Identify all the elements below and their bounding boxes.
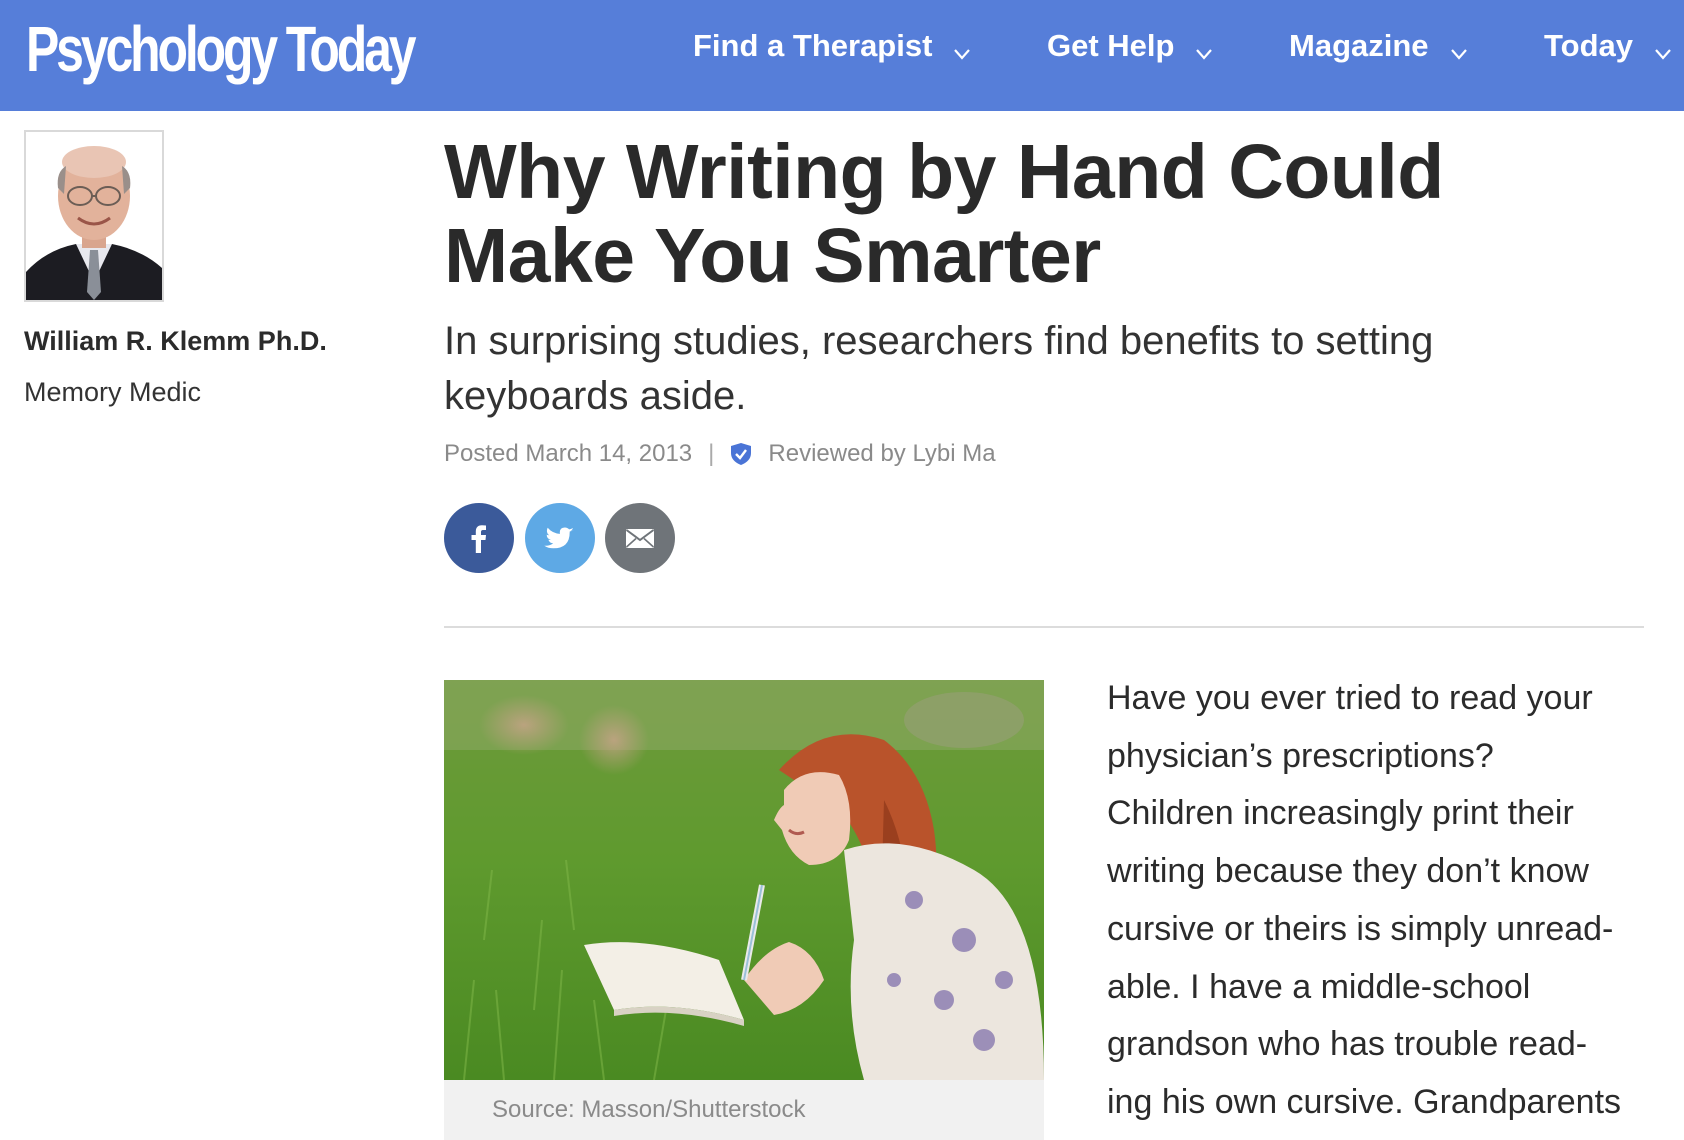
nav-magazine[interactable]: Magazine (1289, 24, 1469, 68)
email-icon (625, 529, 655, 548)
body-line: ing his own cursive. Grandparents (1107, 1082, 1622, 1121)
verified-shield-icon (730, 442, 752, 466)
body-line: Children increasingly print their (1107, 794, 1574, 833)
author-blog-name[interactable]: Memory Medic (24, 377, 201, 408)
nav-label: Get Help (1047, 28, 1175, 63)
reviewed-by[interactable]: Reviewed by Lybi Ma (768, 440, 995, 468)
image-caption: Source: Masson/Shutterstock (492, 1096, 806, 1123)
nav-find-a-therapist[interactable]: Find a Therapist (693, 24, 972, 68)
body-line: writing because they don’t know (1107, 852, 1589, 891)
article-meta: Posted March 14, 2013 | Reviewed by Lybi… (444, 440, 996, 468)
twitter-icon (544, 527, 574, 549)
chevron-down-icon (1653, 36, 1673, 60)
chevron-down-icon (952, 36, 972, 60)
article-title: Why Writing by Hand Could Make You Smart… (444, 129, 1444, 299)
share-twitter-button[interactable] (525, 503, 595, 573)
article-subtitle: In surprising studies, researchers find … (444, 319, 1434, 418)
share-facebook-button[interactable] (444, 503, 514, 573)
nav-today[interactable]: Today (1544, 24, 1673, 68)
body-line: cursive or theirs is simply unread- (1107, 909, 1614, 948)
author-avatar[interactable] (24, 130, 164, 302)
facebook-icon (471, 525, 486, 553)
meta-separator: | (708, 440, 715, 467)
share-email-button[interactable] (605, 503, 675, 573)
chevron-down-icon (1194, 36, 1214, 60)
body-line: grandson who has trouble read- (1107, 1025, 1588, 1064)
article-body: Have you ever tried to read your physici… (1107, 670, 1647, 1132)
nav-label: Today (1544, 28, 1633, 63)
article-figure: Source: Masson/Shutterstock (444, 680, 1044, 1140)
body-line: Have you ever tried to read your (1107, 679, 1593, 717)
nav-get-help[interactable]: Get Help (1047, 24, 1214, 68)
body-line: able. I have a middle-school (1107, 967, 1531, 1006)
posted-date: Posted March 14, 2013 (444, 440, 693, 467)
body-line: physician’s prescriptions? (1107, 736, 1494, 775)
author-name[interactable]: William R. Klemm Ph.D. (24, 326, 327, 357)
site-header: Psychology Today Find a Therapist Get He… (0, 0, 1684, 111)
chevron-down-icon (1449, 36, 1469, 60)
image-caption-bar: Source: Masson/Shutterstock (444, 1080, 1044, 1140)
article-image[interactable] (444, 680, 1044, 1080)
site-logo[interactable]: Psychology Today (26, 4, 417, 94)
content-divider (444, 626, 1644, 628)
nav-label: Magazine (1289, 28, 1429, 63)
nav-label: Find a Therapist (693, 28, 933, 63)
